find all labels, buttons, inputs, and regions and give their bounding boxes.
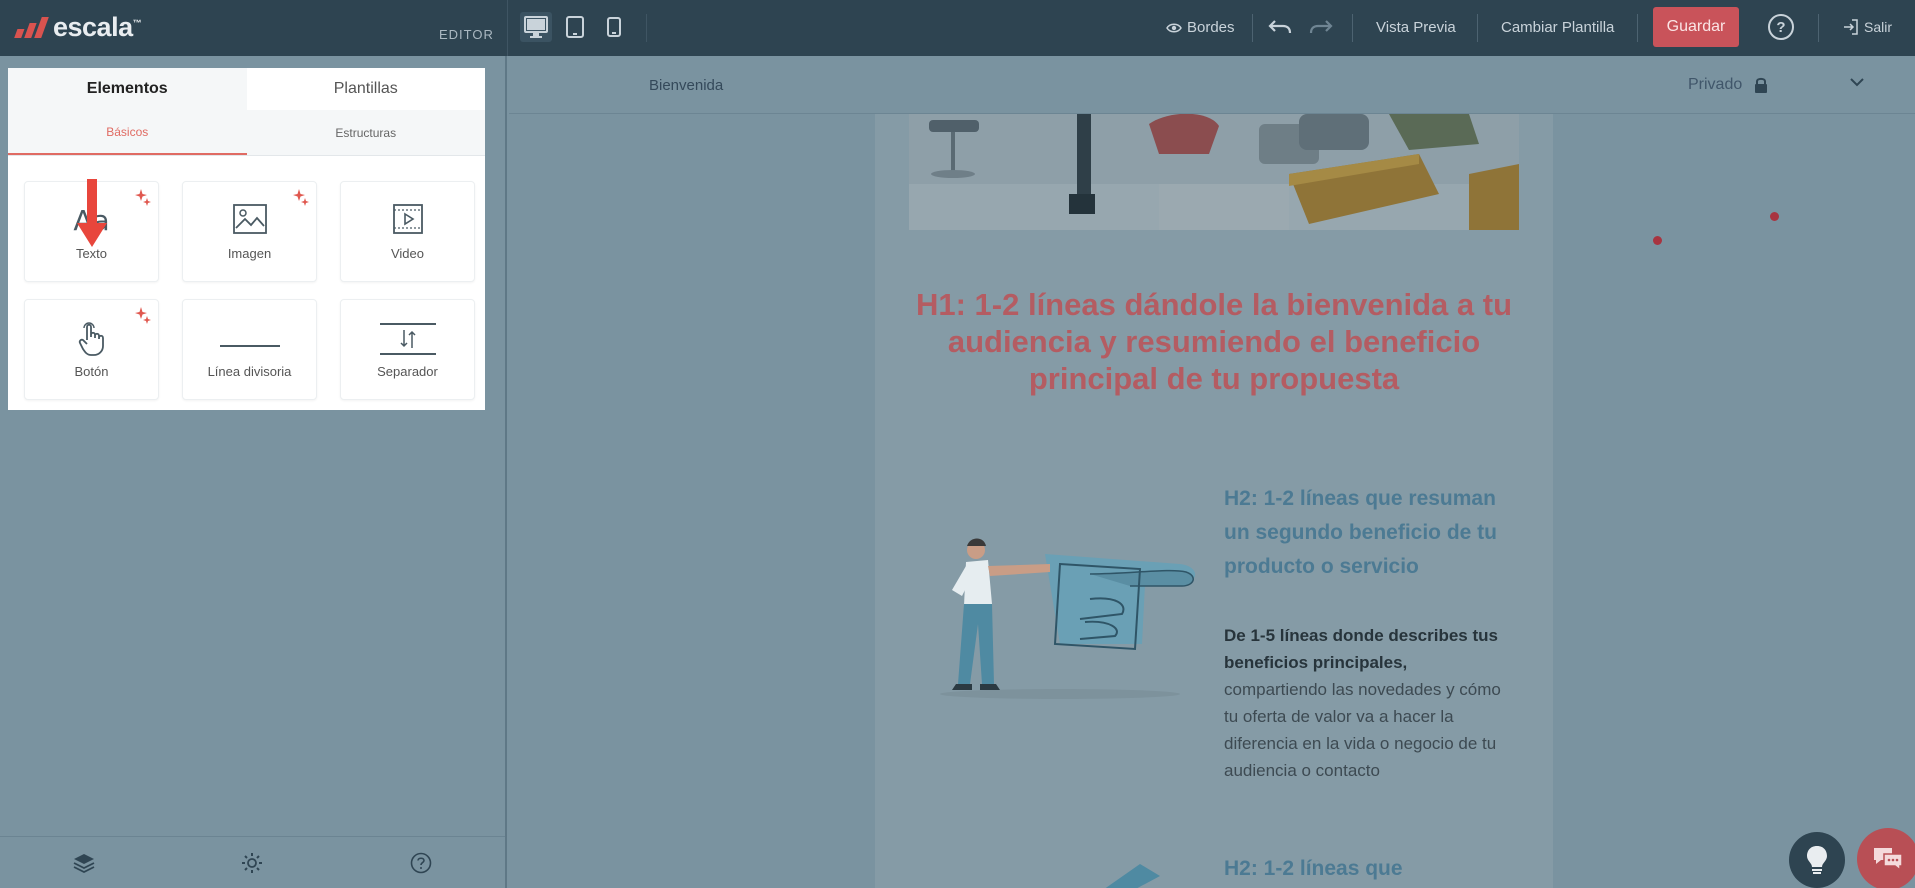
- tile-video[interactable]: Video: [340, 181, 475, 282]
- brand-mark-icon: [14, 17, 49, 38]
- toolbar-divider: [1352, 14, 1353, 42]
- privacy-toggle[interactable]: Privado: [1688, 76, 1768, 94]
- borders-toggle[interactable]: Bordes: [1166, 19, 1235, 36]
- tips-button[interactable]: [1789, 832, 1845, 888]
- tile-label: Video: [390, 246, 424, 261]
- page-selector-bar: Bienvenida Privado: [509, 56, 1915, 114]
- mobile-view-button[interactable]: [598, 12, 630, 42]
- change-template-button[interactable]: Cambiar Plantilla: [1501, 19, 1614, 36]
- page-name[interactable]: Bienvenida: [649, 77, 723, 94]
- divider-line-icon: [219, 345, 280, 347]
- tablet-icon: [566, 16, 584, 38]
- tile-image[interactable]: Imagen: [182, 181, 317, 282]
- lightbulb-icon: [1807, 846, 1827, 874]
- desktop-icon: [524, 16, 548, 38]
- brand-trademark: ™: [132, 18, 142, 28]
- office-scene-illustration: [909, 114, 1519, 230]
- panel-bottom-bar: [0, 836, 505, 888]
- privacy-label: Privado: [1688, 76, 1743, 93]
- tile-divider[interactable]: Línea divisoria: [182, 299, 317, 400]
- exit-label: Salir: [1864, 19, 1893, 35]
- chat-button[interactable]: [1857, 828, 1915, 888]
- body-paragraph[interactable]: De 1-5 líneas donde describes tus benefi…: [1224, 622, 1504, 784]
- sub-tab-basics[interactable]: Básicos: [8, 110, 247, 155]
- down-arrow-icon: [77, 179, 107, 247]
- exit-icon: [1844, 19, 1858, 35]
- subheadline-h2-second[interactable]: H2: 1-2 líneas que: [1224, 852, 1524, 886]
- undo-button[interactable]: [1268, 17, 1292, 35]
- brand-name: escala: [53, 12, 133, 42]
- change-template-label: Cambiar Plantilla: [1501, 19, 1615, 36]
- pointing-hand-illustration: [940, 538, 1196, 699]
- marker-dot: [1770, 212, 1779, 221]
- chat-bubbles-icon: [1874, 848, 1903, 872]
- sub-tab-structures[interactable]: Estructuras: [247, 110, 486, 155]
- borders-label: Bordes: [1187, 19, 1235, 36]
- tile-label: Línea divisoria: [207, 364, 292, 379]
- email-canvas: H1: 1-2 líneas dándole la bienvenida a t…: [875, 114, 1553, 888]
- body-bold-text: De 1-5 líneas donde describes tus benefi…: [1224, 626, 1498, 672]
- tab-elements[interactable]: Elementos: [8, 68, 247, 110]
- save-button[interactable]: Guardar: [1653, 7, 1739, 47]
- mobile-icon: [607, 17, 621, 37]
- layers-icon[interactable]: [73, 853, 95, 873]
- settings-gear-icon[interactable]: [241, 852, 263, 874]
- image-icon: [232, 204, 267, 234]
- body-regular-text: compartiendo las novedades y cómo tu ofe…: [1224, 680, 1501, 780]
- device-divider: [646, 14, 647, 42]
- spacer-icon: [379, 323, 436, 355]
- top-bar: escala™ EDITOR Bordes Vista Previa Cambi…: [0, 0, 1915, 56]
- eye-icon: [1166, 23, 1182, 32]
- help-circle-icon[interactable]: [410, 852, 432, 874]
- help-icon[interactable]: ?: [1768, 14, 1794, 40]
- tile-label: Imagen: [227, 246, 272, 261]
- tile-spacer[interactable]: Separador: [340, 299, 475, 400]
- undo-icon: [1268, 20, 1292, 34]
- preview-button[interactable]: Vista Previa: [1376, 19, 1456, 36]
- toolbar-divider: [1252, 14, 1253, 42]
- toolbar-divider: [1818, 14, 1819, 42]
- brand-logo[interactable]: escala™: [14, 12, 142, 43]
- lock-icon: [1755, 77, 1768, 93]
- headline-h1[interactable]: H1: 1-2 líneas dándole la bienvenida a t…: [895, 286, 1533, 397]
- desktop-view-button[interactable]: [520, 12, 552, 42]
- top-divider: [507, 0, 508, 56]
- left-panel: Elementos Plantillas Básicos Estructuras…: [0, 56, 507, 888]
- sparkle-icon: [135, 189, 151, 206]
- editor-label: EDITOR: [439, 27, 494, 42]
- panel-sub-tabs: Básicos Estructuras: [8, 110, 485, 156]
- subheadline-h2[interactable]: H2: 1-2 líneas que resuman un segundo be…: [1224, 482, 1524, 584]
- elements-panel: Elementos Plantillas Básicos Estructuras…: [8, 68, 485, 410]
- sparkle-icon: [135, 307, 151, 324]
- toolbar-divider: [1477, 14, 1478, 42]
- redo-button[interactable]: [1309, 17, 1333, 35]
- tile-label: Botón: [74, 364, 109, 379]
- video-icon: [392, 204, 423, 234]
- pointer-hand-icon: [78, 322, 104, 356]
- tile-label: Texto: [75, 246, 108, 261]
- panel-tabs: Elementos Plantillas: [8, 68, 485, 110]
- tablet-view-button[interactable]: [559, 12, 591, 42]
- marker-dot: [1653, 236, 1662, 245]
- tile-button[interactable]: Botón: [24, 299, 159, 400]
- redo-icon: [1309, 20, 1333, 34]
- toolbar-divider: [1637, 14, 1638, 42]
- tile-label: Separador: [377, 364, 438, 379]
- preview-label: Vista Previa: [1376, 19, 1456, 36]
- exit-button[interactable]: Salir: [1843, 19, 1892, 35]
- chevron-down-icon[interactable]: [1849, 76, 1865, 88]
- hero-image[interactable]: [909, 114, 1519, 230]
- second-illustration: [1105, 864, 1160, 888]
- sparkle-icon: [293, 189, 309, 206]
- tab-templates[interactable]: Plantillas: [246, 68, 485, 110]
